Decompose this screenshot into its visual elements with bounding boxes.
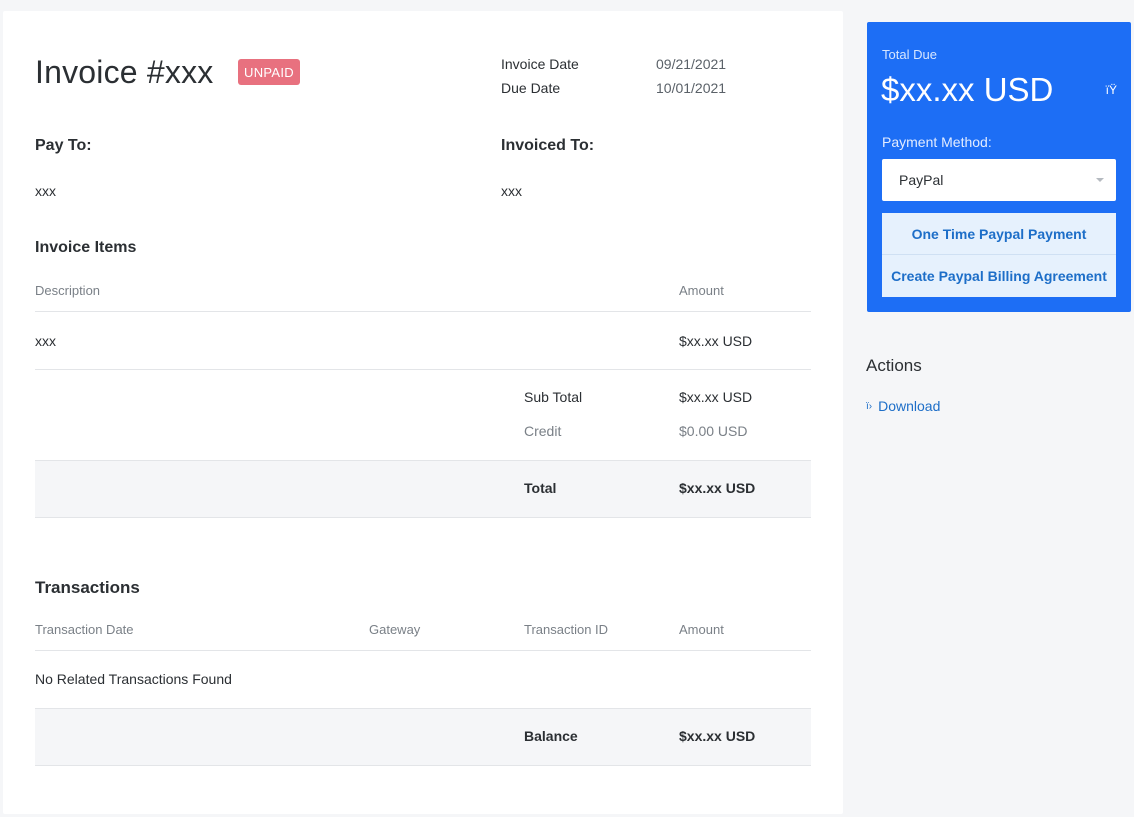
due-date-label: Due Date xyxy=(501,80,561,96)
subtotal-value: $xx.xx USD xyxy=(679,389,753,405)
download-link[interactable]: ï› Download xyxy=(866,398,940,414)
download-icon: ï› xyxy=(866,400,873,412)
divider xyxy=(35,369,811,370)
invoiced-to-value: xxx xyxy=(501,183,522,199)
credit-label: Credit xyxy=(524,423,562,439)
col-transaction-date: Transaction Date xyxy=(35,622,134,637)
item-amount: $xx.xx USD xyxy=(679,333,753,349)
balance-value: $xx.xx USD xyxy=(679,728,756,744)
divider xyxy=(35,311,811,312)
credit-value: $0.00 USD xyxy=(679,423,748,439)
actions-heading: Actions xyxy=(866,356,922,375)
total-due-amount: $xx.xx USD xyxy=(881,71,1054,108)
chevron-down-icon xyxy=(1096,178,1104,182)
invoice-page: Invoice #xxx UNPAID Invoice Date 09/21/2… xyxy=(0,0,1134,817)
item-description: xxx xyxy=(35,333,56,349)
col-transaction-id: Transaction ID xyxy=(524,622,609,637)
payment-method-selected: PayPal xyxy=(899,172,944,188)
payment-method-select[interactable]: PayPal xyxy=(882,159,1116,201)
invoice-date-value: 09/21/2021 xyxy=(656,56,727,72)
page-title: Invoice #xxx xyxy=(35,54,214,90)
invoice-items-heading: Invoice Items xyxy=(35,239,137,256)
total-label: Total xyxy=(524,480,557,496)
divider xyxy=(35,650,811,651)
invoice-date-label: Invoice Date xyxy=(501,56,579,72)
total-due-panel: Total Due $xx.xx USD ïŸ Payment Method: … xyxy=(867,22,1131,312)
invoiced-to-heading: Invoiced To: xyxy=(501,137,595,154)
broken-glyph-icon: ïŸ xyxy=(1105,83,1117,97)
pay-to-value: xxx xyxy=(35,183,56,199)
col-gateway: Gateway xyxy=(369,622,421,637)
no-transactions-message: No Related Transactions Found xyxy=(35,671,232,687)
status-badge: UNPAID xyxy=(238,59,300,85)
col-amount: Amount xyxy=(679,283,724,298)
balance-label: Balance xyxy=(524,728,578,744)
paypal-billing-agreement-button[interactable]: Create Paypal Billing Agreement xyxy=(882,255,1116,297)
transactions-heading: Transactions xyxy=(35,578,140,597)
subtotal-label: Sub Total xyxy=(524,389,583,405)
one-time-paypal-button[interactable]: One Time Paypal Payment xyxy=(882,213,1116,255)
download-label: Download xyxy=(878,398,941,414)
col-description: Description xyxy=(35,283,101,298)
total-value: $xx.xx USD xyxy=(679,480,756,496)
payment-method-label: Payment Method: xyxy=(882,134,992,150)
col-transaction-amount: Amount xyxy=(679,622,724,637)
total-due-label: Total Due xyxy=(882,47,937,62)
due-date-value: 10/01/2021 xyxy=(656,80,727,96)
pay-to-heading: Pay To: xyxy=(35,137,92,154)
invoice-card: Invoice #xxx UNPAID Invoice Date 09/21/2… xyxy=(3,11,843,814)
